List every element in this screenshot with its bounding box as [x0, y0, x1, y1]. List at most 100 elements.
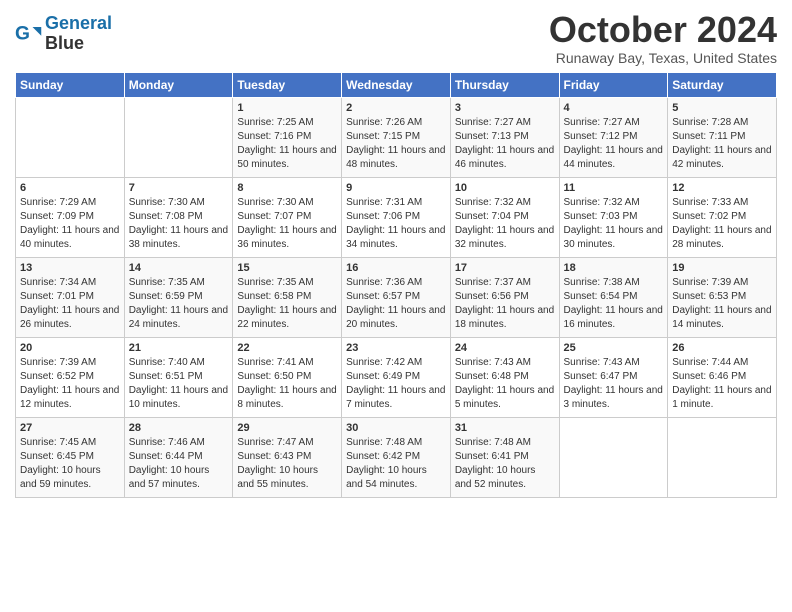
day-info: Sunrise: 7:33 AMSunset: 7:02 PMDaylight:… — [672, 197, 771, 250]
day-number: 8 — [237, 182, 337, 194]
day-number: 16 — [346, 262, 446, 274]
calendar-cell: 29 Sunrise: 7:47 AMSunset: 6:43 PMDayligh… — [233, 417, 342, 497]
day-number: 14 — [129, 262, 229, 274]
day-info: Sunrise: 7:40 AMSunset: 6:51 PMDaylight:… — [129, 357, 228, 410]
day-number: 25 — [564, 342, 664, 354]
day-info: Sunrise: 7:27 AMSunset: 7:13 PMDaylight:… — [455, 117, 554, 170]
day-number: 20 — [20, 342, 120, 354]
calendar-cell: 21 Sunrise: 7:40 AMSunset: 6:51 PMDayligh… — [124, 337, 233, 417]
day-number: 26 — [672, 342, 772, 354]
calendar-cell: 7 Sunrise: 7:30 AMSunset: 7:08 PMDaylight… — [124, 177, 233, 257]
calendar-cell: 14 Sunrise: 7:35 AMSunset: 6:59 PMDayligh… — [124, 257, 233, 337]
col-header-sunday: Sunday — [16, 72, 125, 97]
day-info: Sunrise: 7:32 AMSunset: 7:04 PMDaylight:… — [455, 197, 554, 250]
day-info: Sunrise: 7:37 AMSunset: 6:56 PMDaylight:… — [455, 277, 554, 330]
day-info: Sunrise: 7:28 AMSunset: 7:11 PMDaylight:… — [672, 117, 771, 170]
logo-icon: G — [15, 20, 43, 48]
day-info: Sunrise: 7:44 AMSunset: 6:46 PMDaylight:… — [672, 357, 771, 410]
day-info: Sunrise: 7:47 AMSunset: 6:43 PMDaylight:… — [237, 437, 318, 490]
calendar-cell: 22 Sunrise: 7:41 AMSunset: 6:50 PMDayligh… — [233, 337, 342, 417]
calendar-cell: 31Sunrise: 7:48 AMSunset: 6:41 PMDayligh… — [450, 417, 559, 497]
day-info: Sunrise: 7:27 AMSunset: 7:12 PMDaylight:… — [564, 117, 663, 170]
calendar-cell: 12 Sunrise: 7:33 AMSunset: 7:02 PMDayligh… — [668, 177, 777, 257]
day-number: 24 — [455, 342, 555, 354]
day-info: Sunrise: 7:41 AMSunset: 6:50 PMDaylight:… — [237, 357, 336, 410]
calendar-cell: 4 Sunrise: 7:27 AMSunset: 7:12 PMDaylight… — [559, 97, 668, 177]
day-number: 22 — [237, 342, 337, 354]
calendar-cell — [668, 417, 777, 497]
day-number: 6 — [20, 182, 120, 194]
col-header-thursday: Thursday — [450, 72, 559, 97]
calendar-cell: 3 Sunrise: 7:27 AMSunset: 7:13 PMDaylight… — [450, 97, 559, 177]
day-number: 7 — [129, 182, 229, 194]
day-info: Sunrise: 7:26 AMSunset: 7:15 PMDaylight:… — [346, 117, 445, 170]
day-number: 23 — [346, 342, 446, 354]
day-info: Sunrise: 7:35 AMSunset: 6:58 PMDaylight:… — [237, 277, 336, 330]
day-number: 12 — [672, 182, 772, 194]
day-info: Sunrise: 7:46 AMSunset: 6:44 PMDaylight:… — [129, 437, 210, 490]
day-number: 4 — [564, 102, 664, 114]
day-number: 5 — [672, 102, 772, 114]
calendar-subtitle: Runaway Bay, Texas, United States — [549, 50, 777, 66]
day-number: 9 — [346, 182, 446, 194]
calendar-cell: 5 Sunrise: 7:28 AMSunset: 7:11 PMDaylight… — [668, 97, 777, 177]
day-number: 28 — [129, 422, 229, 434]
calendar-title: October 2024 — [549, 10, 777, 50]
day-info: Sunrise: 7:29 AMSunset: 7:09 PMDaylight:… — [20, 197, 119, 250]
day-number: 31 — [455, 422, 555, 434]
day-info: Sunrise: 7:25 AMSunset: 7:16 PMDaylight:… — [237, 117, 336, 170]
day-info: Sunrise: 7:43 AMSunset: 6:47 PMDaylight:… — [564, 357, 663, 410]
calendar-cell: 20 Sunrise: 7:39 AMSunset: 6:52 PMDayligh… — [16, 337, 125, 417]
calendar-cell — [124, 97, 233, 177]
calendar-cell: 16 Sunrise: 7:36 AMSunset: 6:57 PMDayligh… — [342, 257, 451, 337]
day-number: 11 — [564, 182, 664, 194]
day-info: Sunrise: 7:38 AMSunset: 6:54 PMDaylight:… — [564, 277, 663, 330]
day-info: Sunrise: 7:39 AMSunset: 6:53 PMDaylight:… — [672, 277, 771, 330]
calendar-cell: 28 Sunrise: 7:46 AMSunset: 6:44 PMDayligh… — [124, 417, 233, 497]
day-info: Sunrise: 7:48 AMSunset: 6:42 PMDaylight:… — [346, 437, 427, 490]
day-number: 21 — [129, 342, 229, 354]
day-number: 15 — [237, 262, 337, 274]
calendar-cell: 19Sunrise: 7:39 AMSunset: 6:53 PMDayligh… — [668, 257, 777, 337]
calendar-cell — [16, 97, 125, 177]
day-info: Sunrise: 7:39 AMSunset: 6:52 PMDaylight:… — [20, 357, 119, 410]
col-header-monday: Monday — [124, 72, 233, 97]
title-block: October 2024 Runaway Bay, Texas, United … — [549, 10, 777, 66]
calendar-cell: 2Sunrise: 7:26 AMSunset: 7:15 PMDaylight… — [342, 97, 451, 177]
calendar-cell: 23 Sunrise: 7:42 AMSunset: 6:49 PMDayligh… — [342, 337, 451, 417]
logo: G General Blue — [15, 14, 112, 54]
day-info: Sunrise: 7:45 AMSunset: 6:45 PMDaylight:… — [20, 437, 101, 490]
day-info: Sunrise: 7:42 AMSunset: 6:49 PMDaylight:… — [346, 357, 445, 410]
day-number: 18 — [564, 262, 664, 274]
day-info: Sunrise: 7:32 AMSunset: 7:03 PMDaylight:… — [564, 197, 663, 250]
col-header-tuesday: Tuesday — [233, 72, 342, 97]
svg-text:G: G — [15, 23, 30, 44]
calendar-cell: 8 Sunrise: 7:30 AMSunset: 7:07 PMDaylight… — [233, 177, 342, 257]
calendar-cell: 26 Sunrise: 7:44 AMSunset: 6:46 PMDayligh… — [668, 337, 777, 417]
col-header-wednesday: Wednesday — [342, 72, 451, 97]
calendar-cell: 24Sunrise: 7:43 AMSunset: 6:48 PMDayligh… — [450, 337, 559, 417]
day-number: 1 — [237, 102, 337, 114]
day-number: 3 — [455, 102, 555, 114]
day-info: Sunrise: 7:35 AMSunset: 6:59 PMDaylight:… — [129, 277, 228, 330]
calendar-cell: 13 Sunrise: 7:34 AMSunset: 7:01 PMDayligh… — [16, 257, 125, 337]
day-number: 29 — [237, 422, 337, 434]
day-info: Sunrise: 7:34 AMSunset: 7:01 PMDaylight:… — [20, 277, 119, 330]
col-header-saturday: Saturday — [668, 72, 777, 97]
calendar-cell: 1 Sunrise: 7:25 AMSunset: 7:16 PMDaylight… — [233, 97, 342, 177]
day-number: 10 — [455, 182, 555, 194]
day-info: Sunrise: 7:30 AMSunset: 7:08 PMDaylight:… — [129, 197, 228, 250]
day-number: 30 — [346, 422, 446, 434]
calendar-table: SundayMondayTuesdayWednesdayThursdayFrid… — [15, 72, 777, 498]
day-info: Sunrise: 7:30 AMSunset: 7:07 PMDaylight:… — [237, 197, 336, 250]
calendar-cell: 11 Sunrise: 7:32 AMSunset: 7:03 PMDayligh… — [559, 177, 668, 257]
calendar-cell: 30 Sunrise: 7:48 AMSunset: 6:42 PMDayligh… — [342, 417, 451, 497]
day-info: Sunrise: 7:31 AMSunset: 7:06 PMDaylight:… — [346, 197, 445, 250]
day-number: 27 — [20, 422, 120, 434]
calendar-cell — [559, 417, 668, 497]
day-info: Sunrise: 7:36 AMSunset: 6:57 PMDaylight:… — [346, 277, 445, 330]
day-number: 13 — [20, 262, 120, 274]
calendar-cell: 15 Sunrise: 7:35 AMSunset: 6:58 PMDayligh… — [233, 257, 342, 337]
calendar-cell: 18 Sunrise: 7:38 AMSunset: 6:54 PMDayligh… — [559, 257, 668, 337]
page-header: G General Blue October 2024 Runaway Bay,… — [15, 10, 777, 66]
